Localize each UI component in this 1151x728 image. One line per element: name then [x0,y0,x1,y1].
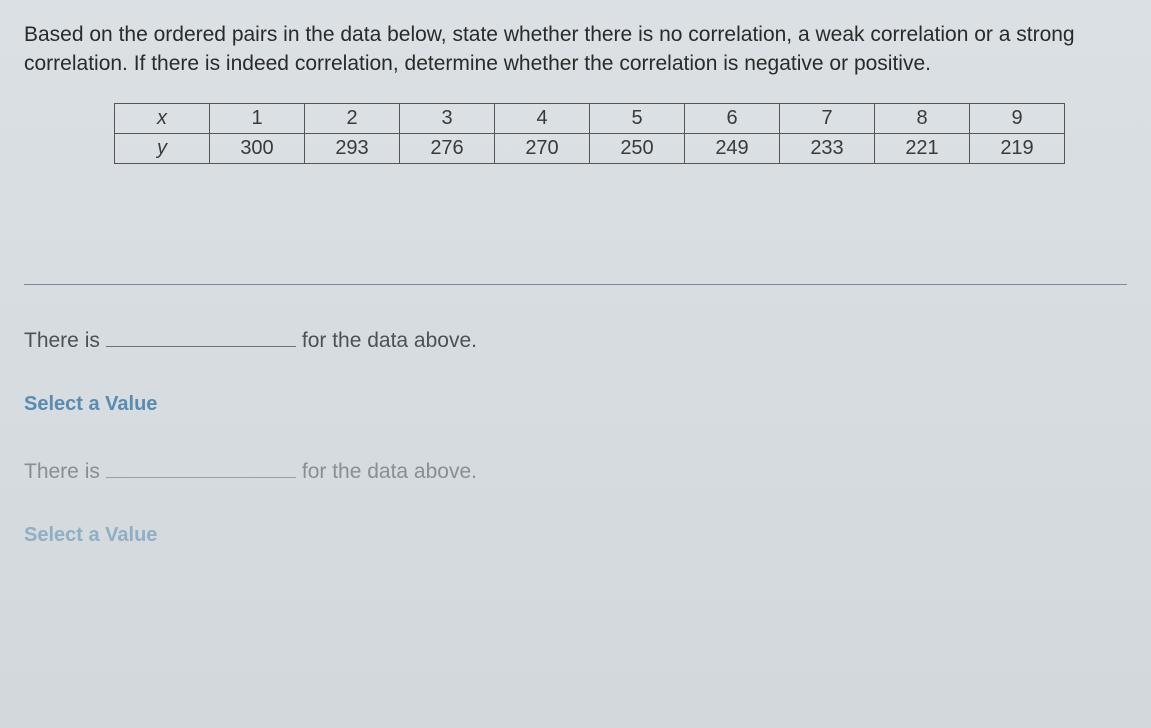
y-cell: 276 [400,133,495,163]
y-cell: 250 [590,133,685,163]
x-cell: 5 [590,103,685,133]
x-cell: 6 [685,103,780,133]
y-cell: 221 [875,133,970,163]
x-cell: 3 [400,103,495,133]
y-cell: 219 [970,133,1065,163]
answer1-prefix: There is [24,329,100,353]
answer2-suffix: for the data above. [302,460,477,484]
question-prompt: Based on the ordered pairs in the data b… [24,20,1127,79]
answer2-blank[interactable] [106,456,296,478]
answer2-prefix: There is [24,460,100,484]
answer-line-2: There is for the data above. [24,456,1127,484]
y-cell: 300 [210,133,305,163]
x-cell: 2 [305,103,400,133]
table-row-y: y 300 293 276 270 250 249 233 221 219 [115,133,1065,163]
x-cell: 1 [210,103,305,133]
x-cell: 7 [780,103,875,133]
answer-block-1: There is for the data above. Select a Va… [24,325,1127,416]
answer-block-2: There is for the data above. Select a Va… [24,456,1127,547]
select-value-2[interactable]: Select a Value [24,524,1127,547]
x-cell: 4 [495,103,590,133]
table-row-x: x 1 2 3 4 5 6 7 8 9 [115,103,1065,133]
x-label-cell: x [115,103,210,133]
answer1-suffix: for the data above. [302,329,477,353]
x-cell: 9 [970,103,1065,133]
section-divider [24,284,1127,285]
answer-line-1: There is for the data above. [24,325,1127,353]
answer1-blank[interactable] [106,325,296,347]
data-table-container: x 1 2 3 4 5 6 7 8 9 y 300 293 276 270 25… [24,103,1127,164]
y-label-cell: y [115,133,210,163]
select-value-1[interactable]: Select a Value [24,393,1127,416]
data-table: x 1 2 3 4 5 6 7 8 9 y 300 293 276 270 25… [114,103,1065,164]
y-cell: 293 [305,133,400,163]
x-cell: 8 [875,103,970,133]
y-cell: 270 [495,133,590,163]
y-cell: 249 [685,133,780,163]
y-cell: 233 [780,133,875,163]
